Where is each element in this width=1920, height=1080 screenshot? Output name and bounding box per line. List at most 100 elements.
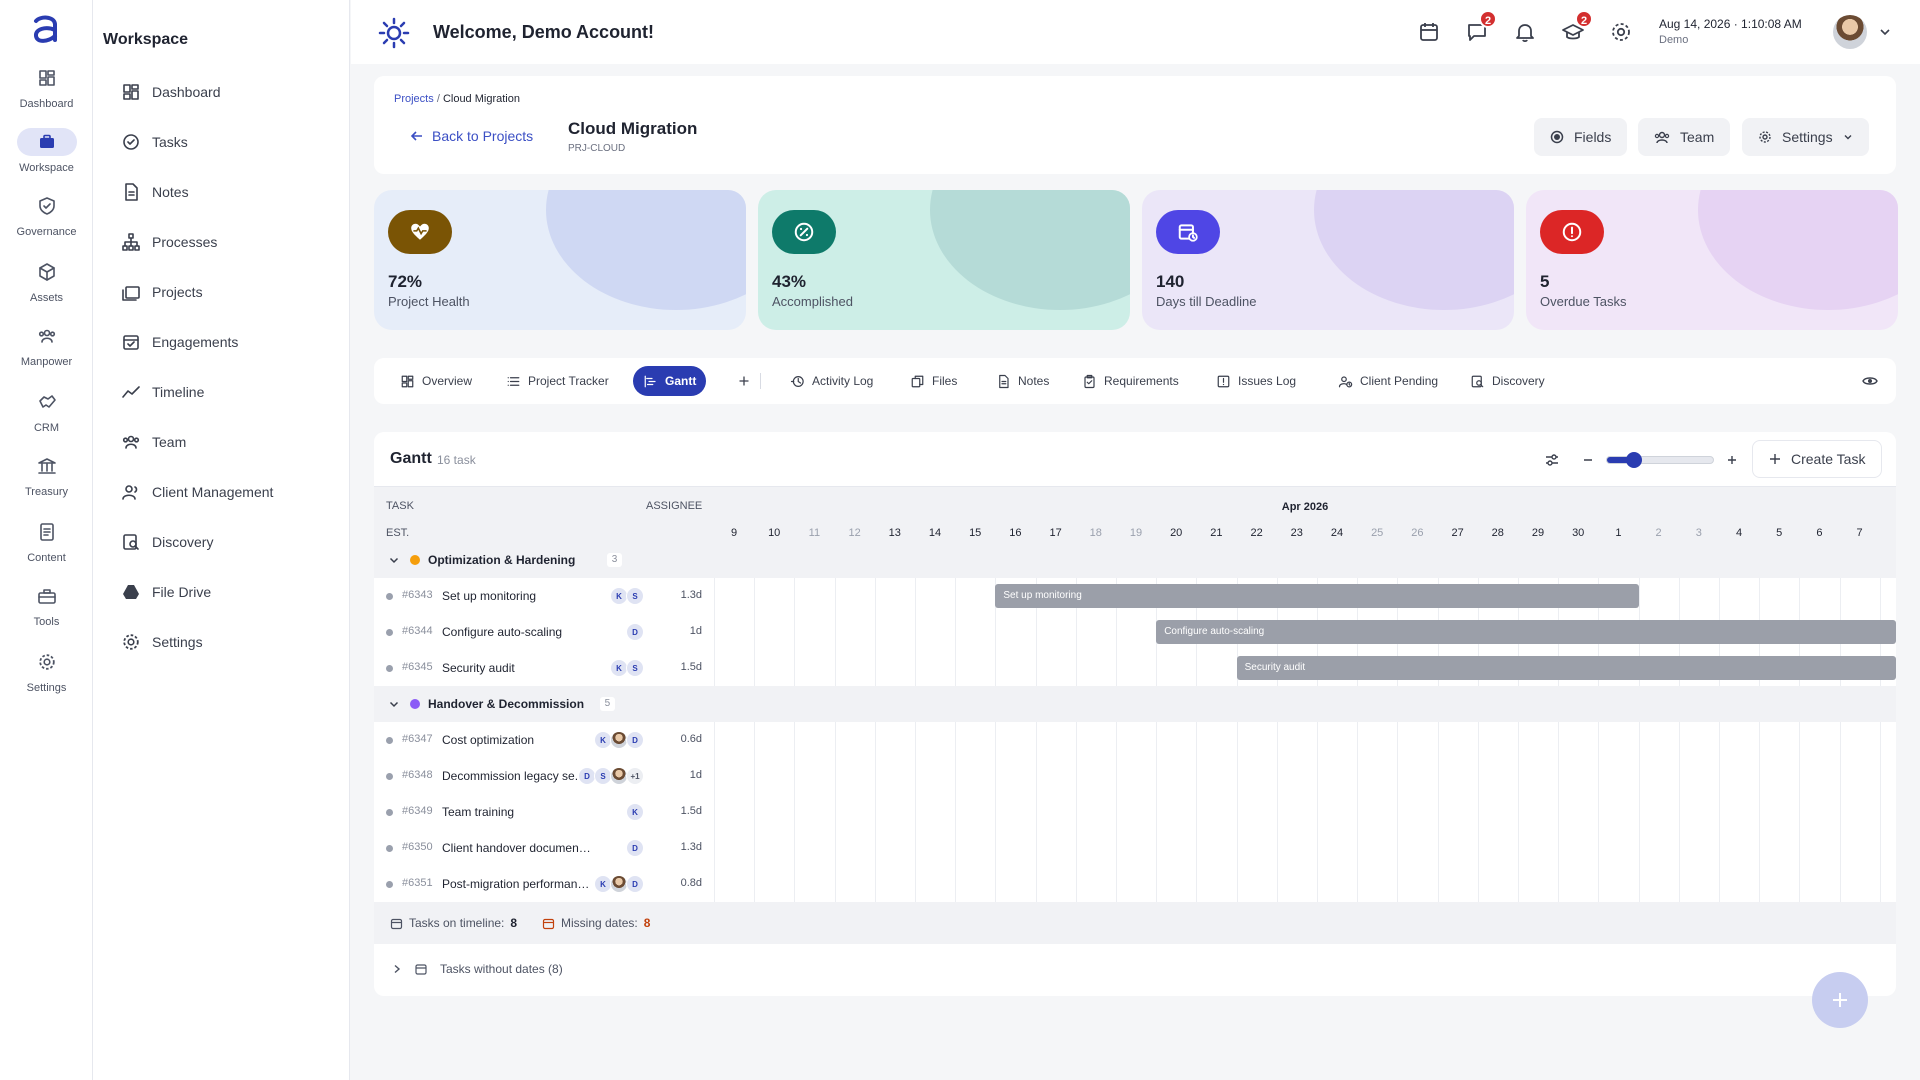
assignee-avatar[interactable]: D — [626, 623, 644, 641]
gantt-task-row[interactable]: #6345 Security audit KS 1.5d Security au… — [374, 650, 1896, 686]
gantt-task-row[interactable]: #6348 Decommission legacy se... D S +1 1d — [374, 758, 1896, 794]
tab-issues-log[interactable]: Issues Log — [1206, 366, 1306, 396]
timeline-day: 23 — [1290, 527, 1303, 539]
rail-item-governance[interactable]: Governance — [0, 192, 93, 252]
back-to-projects-link[interactable]: Back to Projects — [410, 128, 533, 144]
tab-client-pending[interactable]: Client Pending — [1328, 366, 1448, 396]
filter-sliders-icon[interactable] — [1544, 452, 1560, 468]
gantt-bar[interactable]: Security audit — [1236, 656, 1896, 680]
gantt-task-row[interactable]: #6349 Team training K 1.5d — [374, 794, 1896, 830]
nav-item-processes[interactable]: Processes — [121, 230, 217, 254]
zoom-slider[interactable] — [1606, 452, 1714, 468]
tab-requirements[interactable]: Requirements — [1072, 366, 1189, 396]
stat-label: Days till Deadline — [1156, 294, 1257, 309]
nav-item-notes[interactable]: Notes — [121, 180, 189, 204]
percent-badge-icon — [794, 222, 814, 242]
assignee-avatar[interactable]: S — [626, 659, 644, 677]
rail-item-manpower[interactable]: Manpower — [0, 322, 93, 382]
gantt-bar[interactable]: Set up monitoring — [995, 584, 1639, 608]
timeline-day: 1 — [1615, 527, 1622, 539]
fields-button[interactable]: Fields — [1534, 118, 1628, 156]
nav-item-team[interactable]: Team — [121, 430, 186, 454]
nav-item-projects[interactable]: Projects — [121, 280, 203, 304]
tab-activity-log[interactable]: Activity Log — [780, 366, 883, 396]
tab-overview[interactable]: Overview — [390, 366, 482, 396]
task-name[interactable]: Post-migration performance... — [442, 877, 592, 891]
rail-item-assets[interactable]: Assets — [0, 258, 93, 318]
nav-item-engagements[interactable]: Engagements — [121, 330, 238, 354]
assignee-avatar[interactable]: K — [626, 803, 644, 821]
nav-item-discovery[interactable]: Discovery — [121, 530, 213, 554]
eye-icon[interactable] — [1862, 373, 1878, 389]
task-name[interactable]: Security audit — [442, 661, 592, 675]
timeline-day: 25 — [1371, 527, 1384, 539]
project-settings-button[interactable]: Settings — [1742, 118, 1869, 156]
breadcrumb-projects[interactable]: Projects — [394, 93, 434, 105]
gantt-task-row[interactable]: #6347 Cost optimization KD 0.6d — [374, 722, 1896, 758]
notifications-button[interactable] — [1513, 20, 1537, 44]
timeline-day: 15 — [969, 527, 982, 539]
gantt-task-row[interactable]: #6350 Client handover documentation D 1.… — [374, 830, 1896, 866]
rail-item-content[interactable]: Content — [0, 518, 93, 578]
rail-item-treasury[interactable]: Treasury — [0, 452, 93, 512]
tab-gantt[interactable]: Gantt — [633, 366, 707, 396]
floating-add-button[interactable] — [1812, 972, 1868, 1028]
column-assignee: ASSIGNEE — [646, 500, 703, 512]
tab-discovery[interactable]: Discovery — [1460, 366, 1555, 396]
rail-item-workspace[interactable]: Workspace — [0, 128, 93, 188]
chevron-down-icon[interactable] — [388, 554, 400, 566]
zoom-in-icon[interactable] — [1726, 454, 1738, 466]
tab-notes[interactable]: Notes — [986, 366, 1059, 396]
learning-button[interactable]: 2 — [1561, 10, 1593, 44]
gear-icon — [1612, 23, 1630, 41]
rail-item-settings[interactable]: Settings — [0, 648, 93, 708]
gantt-task-row[interactable]: #6351 Post-migration performance... KD 0… — [374, 866, 1896, 902]
discovery-icon — [123, 534, 139, 550]
zoom-out-icon[interactable] — [1582, 454, 1594, 466]
timeline-day: 5 — [1776, 527, 1783, 539]
gantt-task-row[interactable]: #6343 Set up monitoring KS 1.3d Set up m… — [374, 578, 1896, 614]
nav-item-client-management[interactable]: Client Management — [121, 480, 273, 504]
gantt-bar[interactable]: Configure auto-scaling — [1156, 620, 1896, 644]
zoom-slider-handle[interactable] — [1625, 452, 1642, 468]
settings-button[interactable] — [1609, 20, 1633, 44]
assignee-avatar[interactable]: D — [626, 875, 644, 893]
task-name[interactable]: Set up monitoring — [442, 589, 592, 603]
task-name[interactable]: Decommission legacy se... — [442, 769, 592, 783]
bank-icon — [37, 458, 56, 474]
rail-item-crm[interactable]: CRM — [0, 388, 93, 448]
assignee-avatar[interactable]: D — [626, 731, 644, 749]
gantt-task-row[interactable]: #6344 Configure auto-scaling D 1d Config… — [374, 614, 1896, 650]
nav-item-timeline[interactable]: Timeline — [121, 380, 204, 404]
task-name[interactable]: Team training — [442, 805, 592, 819]
nav-item-tasks[interactable]: Tasks — [121, 130, 188, 154]
tab-project-tracker[interactable]: Project Tracker — [496, 366, 619, 396]
team-button[interactable]: Team — [1638, 118, 1731, 156]
messages-button[interactable]: 2 — [1465, 10, 1497, 44]
task-name[interactable]: Client handover documentation — [442, 841, 592, 855]
assignee-more[interactable]: +1 — [626, 767, 644, 785]
task-name[interactable]: Configure auto-scaling — [442, 625, 592, 639]
nav-item-dashboard[interactable]: Dashboard — [121, 80, 221, 104]
nav-item-file-drive[interactable]: File Drive — [121, 580, 211, 604]
project-title: Cloud Migration — [568, 119, 698, 138]
assignee-avatar[interactable]: S — [626, 587, 644, 605]
app-logo[interactable] — [28, 12, 64, 48]
gantt-group-row[interactable]: Handover & Decommission 5 — [374, 686, 1896, 722]
tab-add[interactable] — [726, 366, 762, 396]
chevron-down-icon[interactable] — [1879, 26, 1891, 38]
nav-item-settings[interactable]: Settings — [121, 630, 203, 654]
user-avatar[interactable] — [1833, 15, 1867, 49]
rail-item-dashboard[interactable]: Dashboard — [0, 64, 93, 124]
chevron-down-icon[interactable] — [388, 698, 400, 710]
gantt-group-row[interactable]: Optimization & Hardening 3 — [374, 542, 1896, 578]
task-name[interactable]: Cost optimization — [442, 733, 592, 747]
rail-item-tools[interactable]: Tools — [0, 582, 93, 642]
project-code: PRJ-CLOUD — [568, 143, 626, 154]
calendar-icon — [415, 964, 427, 975]
calendar-button[interactable] — [1417, 20, 1441, 44]
assignee-avatar[interactable]: D — [626, 839, 644, 857]
tab-files[interactable]: Files — [900, 366, 967, 396]
create-task-button[interactable]: Create Task — [1752, 440, 1883, 478]
tasks-without-dates-toggle[interactable]: Tasks without dates (8) — [392, 962, 563, 976]
